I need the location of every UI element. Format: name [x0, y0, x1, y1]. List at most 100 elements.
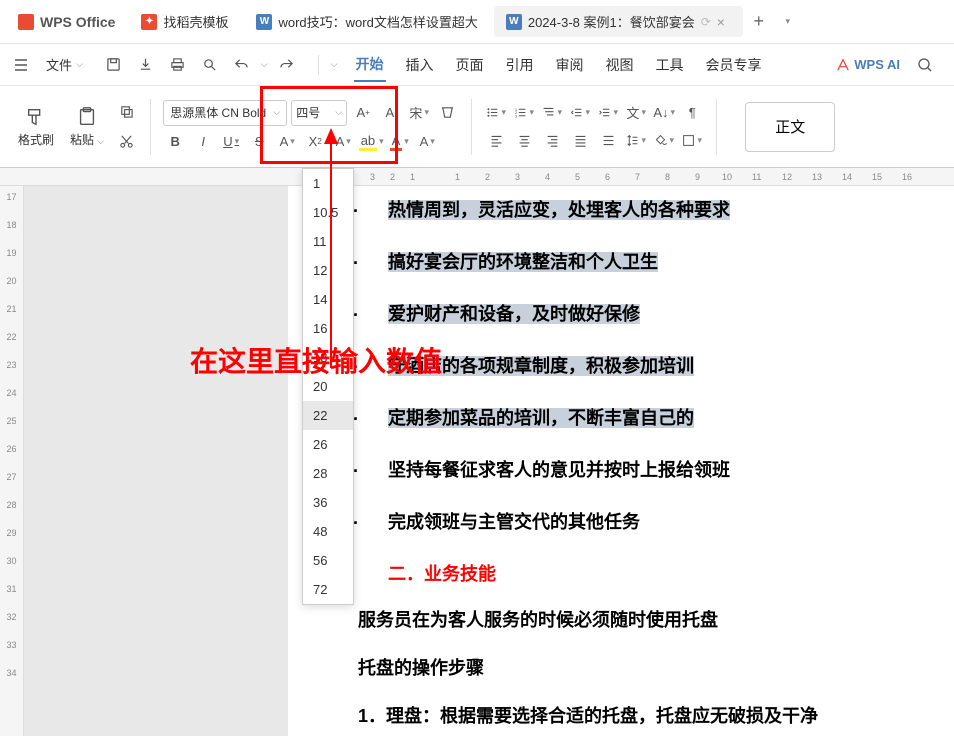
- italic-button[interactable]: I: [191, 130, 215, 154]
- title-bar: WPS Office ✦ 找稻壳模板 W word技巧：word文档怎样设置超大…: [0, 0, 954, 44]
- size-option[interactable]: 12: [303, 256, 353, 285]
- separator: [150, 99, 151, 155]
- tab-menu-button[interactable]: [775, 10, 799, 34]
- bullets-button[interactable]: [484, 101, 508, 125]
- inc-indent-button[interactable]: [596, 101, 620, 125]
- tab-close-icon[interactable]: ×: [717, 15, 731, 29]
- save-button[interactable]: [101, 52, 127, 78]
- chevron-down-icon[interactable]: ⌵: [261, 59, 268, 70]
- ribbon-tab-view[interactable]: 视图: [604, 49, 636, 81]
- export-button[interactable]: [133, 52, 159, 78]
- quick-access-toolbar: ⌵: [95, 52, 306, 78]
- tab-templates[interactable]: ✦ 找稻壳模板: [129, 6, 240, 37]
- list-text: 热情周到，灵活应变，处埋客人的各种要求: [388, 196, 934, 222]
- size-option[interactable]: 26: [303, 430, 353, 459]
- ribbon-tab-vip[interactable]: 会员专享: [704, 49, 764, 81]
- file-menu[interactable]: 文件 ⌵: [40, 55, 89, 74]
- size-option[interactable]: 28: [303, 459, 353, 488]
- shading-button[interactable]: [652, 129, 676, 153]
- ai-logo-icon: [836, 58, 850, 72]
- chevron-down-icon[interactable]: ⌵: [331, 59, 338, 70]
- paste-button[interactable]: 粘贴 ⌵: [64, 101, 110, 152]
- ribbon-tab-home[interactable]: 开始: [354, 48, 386, 82]
- font-size-combo[interactable]: 四号 ⌵: [291, 100, 347, 126]
- separator: [716, 99, 717, 155]
- size-option[interactable]: 10.5: [303, 198, 353, 227]
- ribbon-tab-review[interactable]: 审阅: [554, 49, 586, 81]
- change-case-button[interactable]: 宋: [407, 101, 431, 125]
- chevron-down-icon: ⌵: [76, 59, 83, 70]
- align-center-button[interactable]: [512, 129, 536, 153]
- print-button[interactable]: [165, 52, 191, 78]
- align-left-button[interactable]: [484, 129, 508, 153]
- copy-button[interactable]: [114, 100, 138, 124]
- main-menu-button[interactable]: [8, 52, 34, 78]
- distribute-button[interactable]: [596, 129, 620, 153]
- font-name-combo[interactable]: 思源黑体 CN Bold ⌵: [163, 100, 287, 126]
- list-text: 守酒店的各项规章制度，积极参加培训: [388, 352, 934, 378]
- list-item: 4.搞好宴会厅的环境整洁和个人卫生: [328, 248, 934, 274]
- new-tab-button[interactable]: +: [747, 10, 771, 34]
- preview-button[interactable]: [197, 52, 223, 78]
- body-text: 服务员在为客人服务的时候必须随时使用托盘: [358, 606, 934, 632]
- size-option[interactable]: 22: [303, 401, 353, 430]
- highlight-color-button[interactable]: A: [275, 130, 299, 154]
- cut-button[interactable]: [114, 130, 138, 154]
- font-size-dropdown[interactable]: 110.511121416182022262836485672: [302, 168, 354, 605]
- text-direction-button[interactable]: 文: [624, 101, 648, 125]
- grow-font-button[interactable]: A+: [351, 101, 375, 125]
- line-spacing-button[interactable]: [624, 129, 648, 153]
- size-option[interactable]: 48: [303, 517, 353, 546]
- tab-doc-1[interactable]: W word技巧：word文档怎样设置超大: [244, 6, 489, 37]
- ribbon-tab-tools[interactable]: 工具: [654, 49, 686, 81]
- separator: [318, 55, 319, 75]
- numbering-button[interactable]: 123: [512, 101, 536, 125]
- dec-indent-button[interactable]: [568, 101, 592, 125]
- file-label: 文件: [46, 55, 72, 74]
- ribbon-tab-insert[interactable]: 插入: [404, 49, 436, 81]
- underline-button[interactable]: U: [219, 130, 243, 154]
- tab-label: word技巧：word文档怎样设置超大: [278, 12, 477, 31]
- shrink-font-button[interactable]: A-: [379, 101, 403, 125]
- strike-button[interactable]: S: [247, 130, 271, 154]
- multilevel-button[interactable]: [540, 101, 564, 125]
- clear-format-button[interactable]: [435, 101, 459, 125]
- superscript-button[interactable]: X2: [303, 130, 327, 154]
- redo-button[interactable]: [274, 52, 300, 78]
- size-option[interactable]: 14: [303, 285, 353, 314]
- separator: [471, 99, 472, 155]
- size-option[interactable]: 16: [303, 314, 353, 343]
- show-marks-button[interactable]: ¶: [680, 101, 704, 125]
- search-button[interactable]: [912, 52, 938, 78]
- page-margin-area: [24, 186, 288, 736]
- list-item: 3.热情周到，灵活应变，处埋客人的各种要求: [328, 196, 934, 222]
- app-logo-icon: [18, 14, 34, 30]
- ruler-horizontal[interactable]: 3 2 1 1 2 3 4 5 6 7 8 9 10 11 12 13 14 1…: [0, 168, 954, 186]
- style-normal-button[interactable]: 正文: [745, 102, 835, 152]
- font-color-button[interactable]: A: [387, 130, 411, 154]
- chevron-down-icon: ⌵: [335, 107, 342, 118]
- app-name-label: WPS Office: [40, 14, 115, 30]
- document-page[interactable]: ⋮⋮ 3.热情周到，灵活应变，处埋客人的各种要求4.搞好宴会厅的环境整洁和个人卫…: [288, 186, 954, 736]
- ruler-vertical[interactable]: 171819202122232425262728293031323334: [0, 186, 24, 736]
- size-option[interactable]: 1: [303, 169, 353, 198]
- border-button[interactable]: [680, 129, 704, 153]
- size-option[interactable]: 36: [303, 488, 353, 517]
- size-option[interactable]: 11: [303, 227, 353, 256]
- ribbon-tab-ref[interactable]: 引用: [504, 49, 536, 81]
- undo-button[interactable]: [229, 52, 255, 78]
- tab-doc-2[interactable]: W 2024-3-8 案例1：餐饮部宴会 ⟳ ×: [494, 6, 743, 37]
- sort-button[interactable]: A↓: [652, 101, 676, 125]
- wps-ai-button[interactable]: WPS AI: [836, 57, 900, 72]
- align-right-button[interactable]: [540, 129, 564, 153]
- char-shading-button[interactable]: A: [415, 130, 439, 154]
- bold-button[interactable]: B: [163, 130, 187, 154]
- menu-bar: 文件 ⌵ ⌵ ⌵ 开始 插入 页面 引用 审阅 视图 工具 会员专享 WPS A…: [0, 44, 954, 86]
- size-option[interactable]: 72: [303, 575, 353, 604]
- text-highlight-button[interactable]: ab: [359, 130, 383, 154]
- size-option[interactable]: 56: [303, 546, 353, 575]
- format-painter-button[interactable]: 格式刷: [12, 101, 60, 152]
- ribbon-tab-page[interactable]: 页面: [454, 49, 486, 81]
- font-effect-button[interactable]: A: [331, 130, 355, 154]
- align-justify-button[interactable]: [568, 129, 592, 153]
